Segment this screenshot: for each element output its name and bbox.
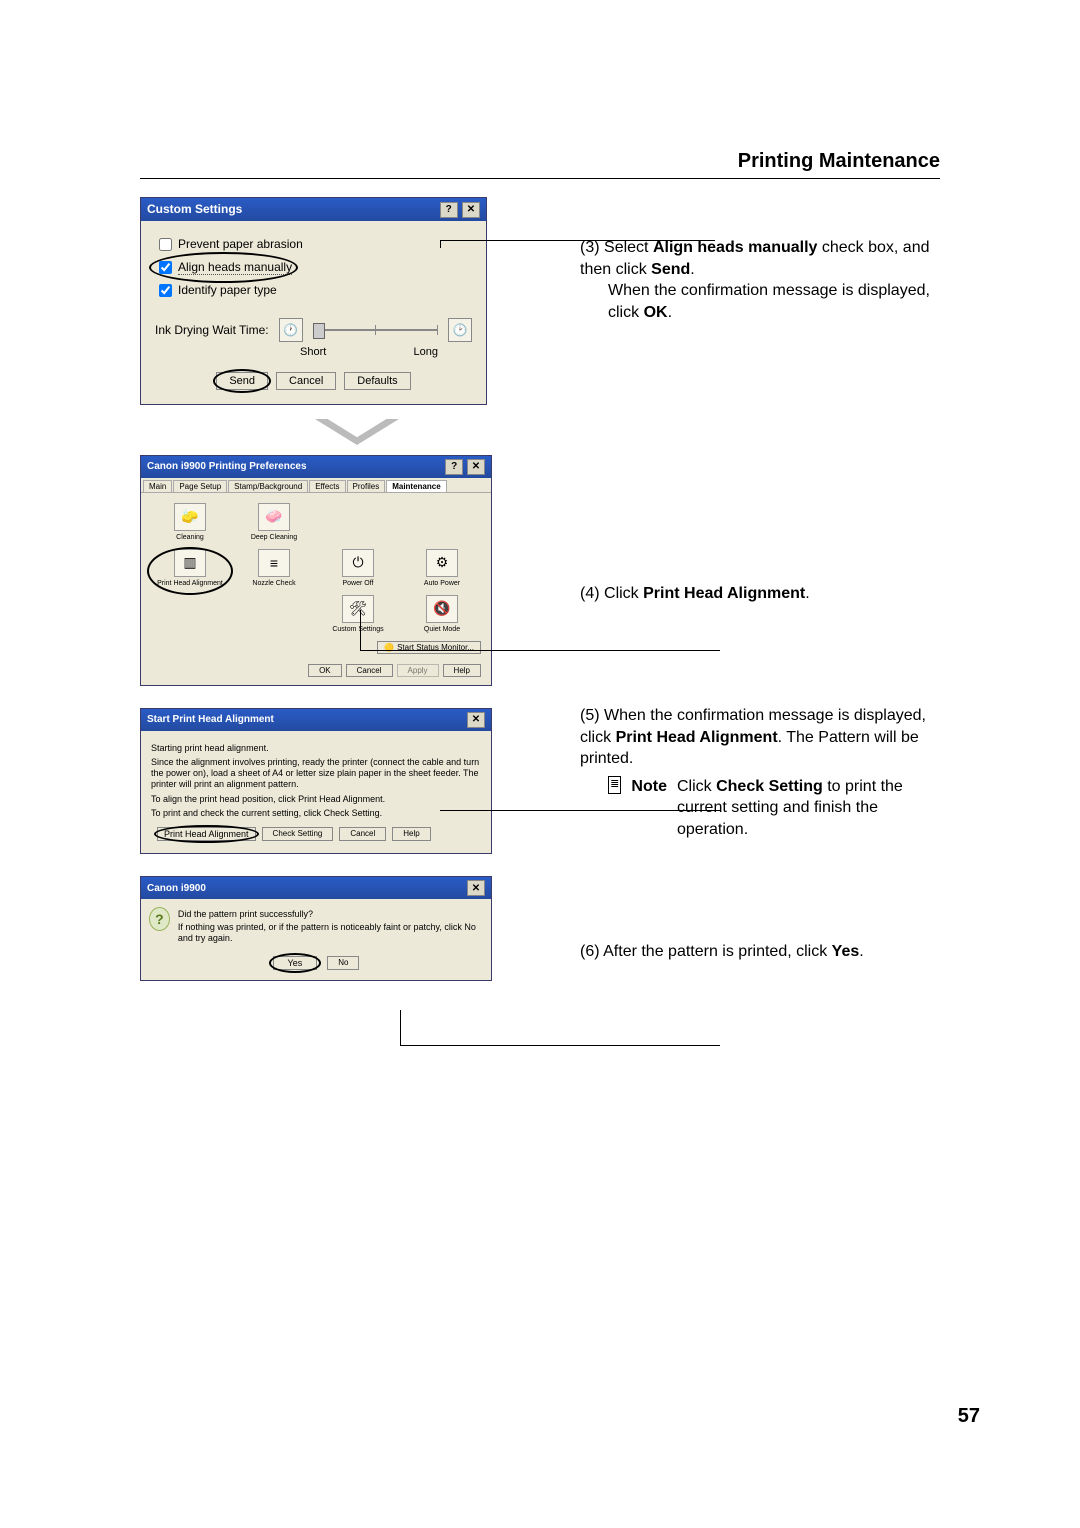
align-heads-manually-label: Align heads manually [178,260,292,275]
deep-cleaning-button[interactable]: 🧼 Deep Cleaning [235,503,313,541]
cancel-button[interactable]: Cancel [339,827,386,841]
power-off-button[interactable]: ⏻ Power Off [319,549,397,587]
close-icon[interactable]: ✕ [462,202,480,218]
step-6: (6) After the pattern is printed, click … [580,941,940,963]
slider-short-label: Short [300,346,326,358]
ink-drying-slider[interactable] [313,329,438,331]
ok-button[interactable]: OK [308,664,342,677]
help-button[interactable]: Help [392,827,430,841]
close-icon[interactable]: ✕ [467,459,485,475]
step-3: (3) Select Align heads manually check bo… [580,237,940,323]
tabs-row: Main Page Setup Stamp/Background Effects… [141,478,491,493]
page-title: Printing Maintenance [738,150,940,172]
dialog-text: To align the print head position, click … [151,794,481,805]
tab-stamp-background[interactable]: Stamp/Background [228,480,308,492]
identify-paper-type-label: Identify paper type [178,283,277,297]
apply-button[interactable]: Apply [397,664,439,677]
slider-long-label: Long [414,346,438,358]
close-icon[interactable]: ✕ [467,712,485,728]
tab-main[interactable]: Main [143,480,172,492]
ink-long-icon: 🕑 [448,318,472,342]
help-icon[interactable]: ? [440,202,458,218]
tab-maintenance[interactable]: Maintenance [386,480,446,492]
status-monitor-button[interactable]: 🟡 Start Status Monitor... [377,641,481,654]
page-number: 57 [958,1405,980,1428]
tab-effects[interactable]: Effects [309,480,345,492]
yes-button[interactable]: Yes [273,956,318,970]
cancel-button[interactable]: Cancel [276,372,336,390]
note-label: Note [631,776,667,798]
ink-short-icon: 🕐 [279,318,303,342]
ink-drying-wait-label: Ink Drying Wait Time: [155,323,269,337]
quiet-mode-button[interactable]: 🔇 Quiet Mode [403,595,481,633]
dialog-title: Custom Settings [147,202,242,216]
dialog-text: If nothing was printed, or if the patter… [178,922,483,944]
step-4: (4) Click Print Head Alignment. [580,583,940,605]
start-print-head-alignment-dialog: Start Print Head Alignment ✕ Starting pr… [140,708,492,855]
dialog-text: Did the pattern print successfully? [178,909,483,920]
note-icon: ≣ [608,776,621,794]
nozzle-check-button[interactable]: ≡ Nozzle Check [235,549,313,587]
tab-profiles[interactable]: Profiles [347,480,386,492]
defaults-button[interactable]: Defaults [344,372,410,390]
prevent-abrasion-label: Prevent paper abrasion [178,237,303,251]
dialog-text: Since the alignment involves printing, r… [151,757,481,789]
step-5: (5) When the confirmation message is dis… [580,705,940,841]
prevent-abrasion-checkbox[interactable] [159,238,172,251]
dialog-title: Canon i9900 [147,883,206,894]
dialog-title: Canon i9900 Printing Preferences [147,461,307,472]
help-icon[interactable]: ? [445,459,463,475]
auto-power-button[interactable]: ⚙ Auto Power [403,549,481,587]
pattern-confirm-dialog: Canon i9900 ✕ ? Did the pattern print su… [140,876,492,980]
help-button[interactable]: Help [443,664,481,677]
check-setting-button[interactable]: Check Setting [262,827,334,841]
identify-paper-type-checkbox[interactable] [159,284,172,297]
print-head-alignment-button[interactable]: ▥ Print Head Alignment [151,549,229,587]
question-icon: ? [149,907,170,931]
custom-settings-dialog: Custom Settings ? ✕ Prevent paper abrasi… [140,197,487,405]
send-button[interactable]: Send [216,372,268,390]
cancel-button[interactable]: Cancel [346,664,393,677]
print-head-alignment-button[interactable]: Print Head Alignment [157,827,256,841]
no-button[interactable]: No [327,956,359,970]
align-heads-manually-checkbox[interactable] [159,261,172,274]
dialog-title: Start Print Head Alignment [147,714,274,725]
note-text: Click Check Setting to print the current… [677,776,940,841]
dialog-text: To print and check the current setting, … [151,808,481,819]
close-icon[interactable]: ✕ [467,880,485,896]
custom-settings-button[interactable]: 🛠 Custom Settings [319,595,397,633]
cleaning-button[interactable]: 🧽 Cleaning [151,503,229,541]
tab-page-setup[interactable]: Page Setup [173,480,227,492]
dialog-text: Starting print head alignment. [151,743,481,754]
